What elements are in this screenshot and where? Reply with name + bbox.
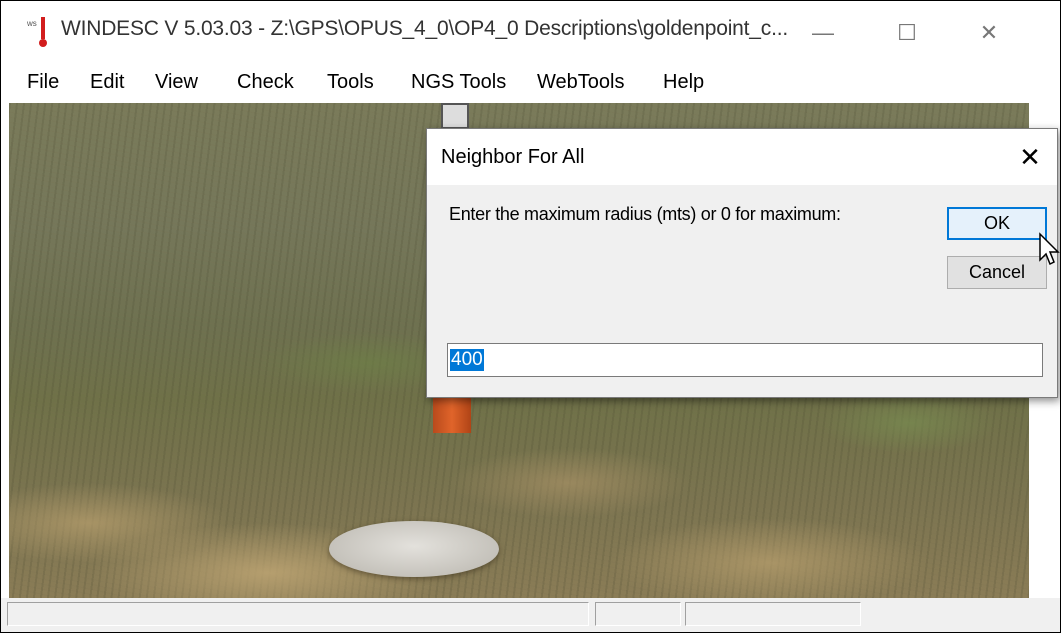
menu-ngs-tools[interactable]: NGS Tools xyxy=(411,71,506,94)
neighbor-dialog: Neighbor For All ✕ Enter the maximum rad… xyxy=(426,128,1058,398)
maximize-button[interactable]: ☐ xyxy=(877,13,937,53)
status-panel-2 xyxy=(595,602,681,626)
menu-webtools[interactable]: WebTools xyxy=(537,71,624,94)
title-bar[interactable]: ws WINDESC V 5.03.03 - Z:\GPS\OPUS_4_0\O… xyxy=(1,1,1060,63)
radius-input-value: 400 xyxy=(450,349,484,371)
dialog-close-button[interactable]: ✕ xyxy=(1013,141,1047,173)
cancel-button[interactable]: Cancel xyxy=(947,256,1047,289)
ok-button[interactable]: OK xyxy=(947,207,1047,240)
mouse-pointer-icon xyxy=(1039,232,1060,266)
menu-tools[interactable]: Tools xyxy=(327,71,374,94)
close-button[interactable]: ✕ xyxy=(959,13,1019,53)
marker-sign xyxy=(441,103,469,129)
menu-help[interactable]: Help xyxy=(663,71,704,94)
menu-bar: File Edit View Check Tools NGS Tools Web… xyxy=(1,63,1060,103)
radius-prompt: Enter the maximum radius (mts) or 0 for … xyxy=(449,204,841,224)
window-title: WINDESC V 5.03.03 - Z:\GPS\OPUS_4_0\OP4_… xyxy=(61,17,788,40)
menu-file[interactable]: File xyxy=(27,71,59,94)
dialog-title-bar[interactable]: Neighbor For All ✕ xyxy=(427,129,1057,185)
minimize-button[interactable]: — xyxy=(793,13,853,53)
status-panel-3 xyxy=(685,602,861,626)
status-bar xyxy=(1,598,1060,632)
menu-view[interactable]: View xyxy=(155,71,198,94)
survey-disk xyxy=(329,521,499,577)
status-panel-main xyxy=(7,602,589,626)
svg-text:ws: ws xyxy=(27,19,37,28)
menu-check[interactable]: Check xyxy=(237,71,294,94)
menu-edit[interactable]: Edit xyxy=(90,71,124,94)
radius-input[interactable]: 400 xyxy=(447,343,1043,377)
app-thermometer-icon: ws xyxy=(27,17,47,47)
dialog-title: Neighbor For All xyxy=(441,146,585,168)
